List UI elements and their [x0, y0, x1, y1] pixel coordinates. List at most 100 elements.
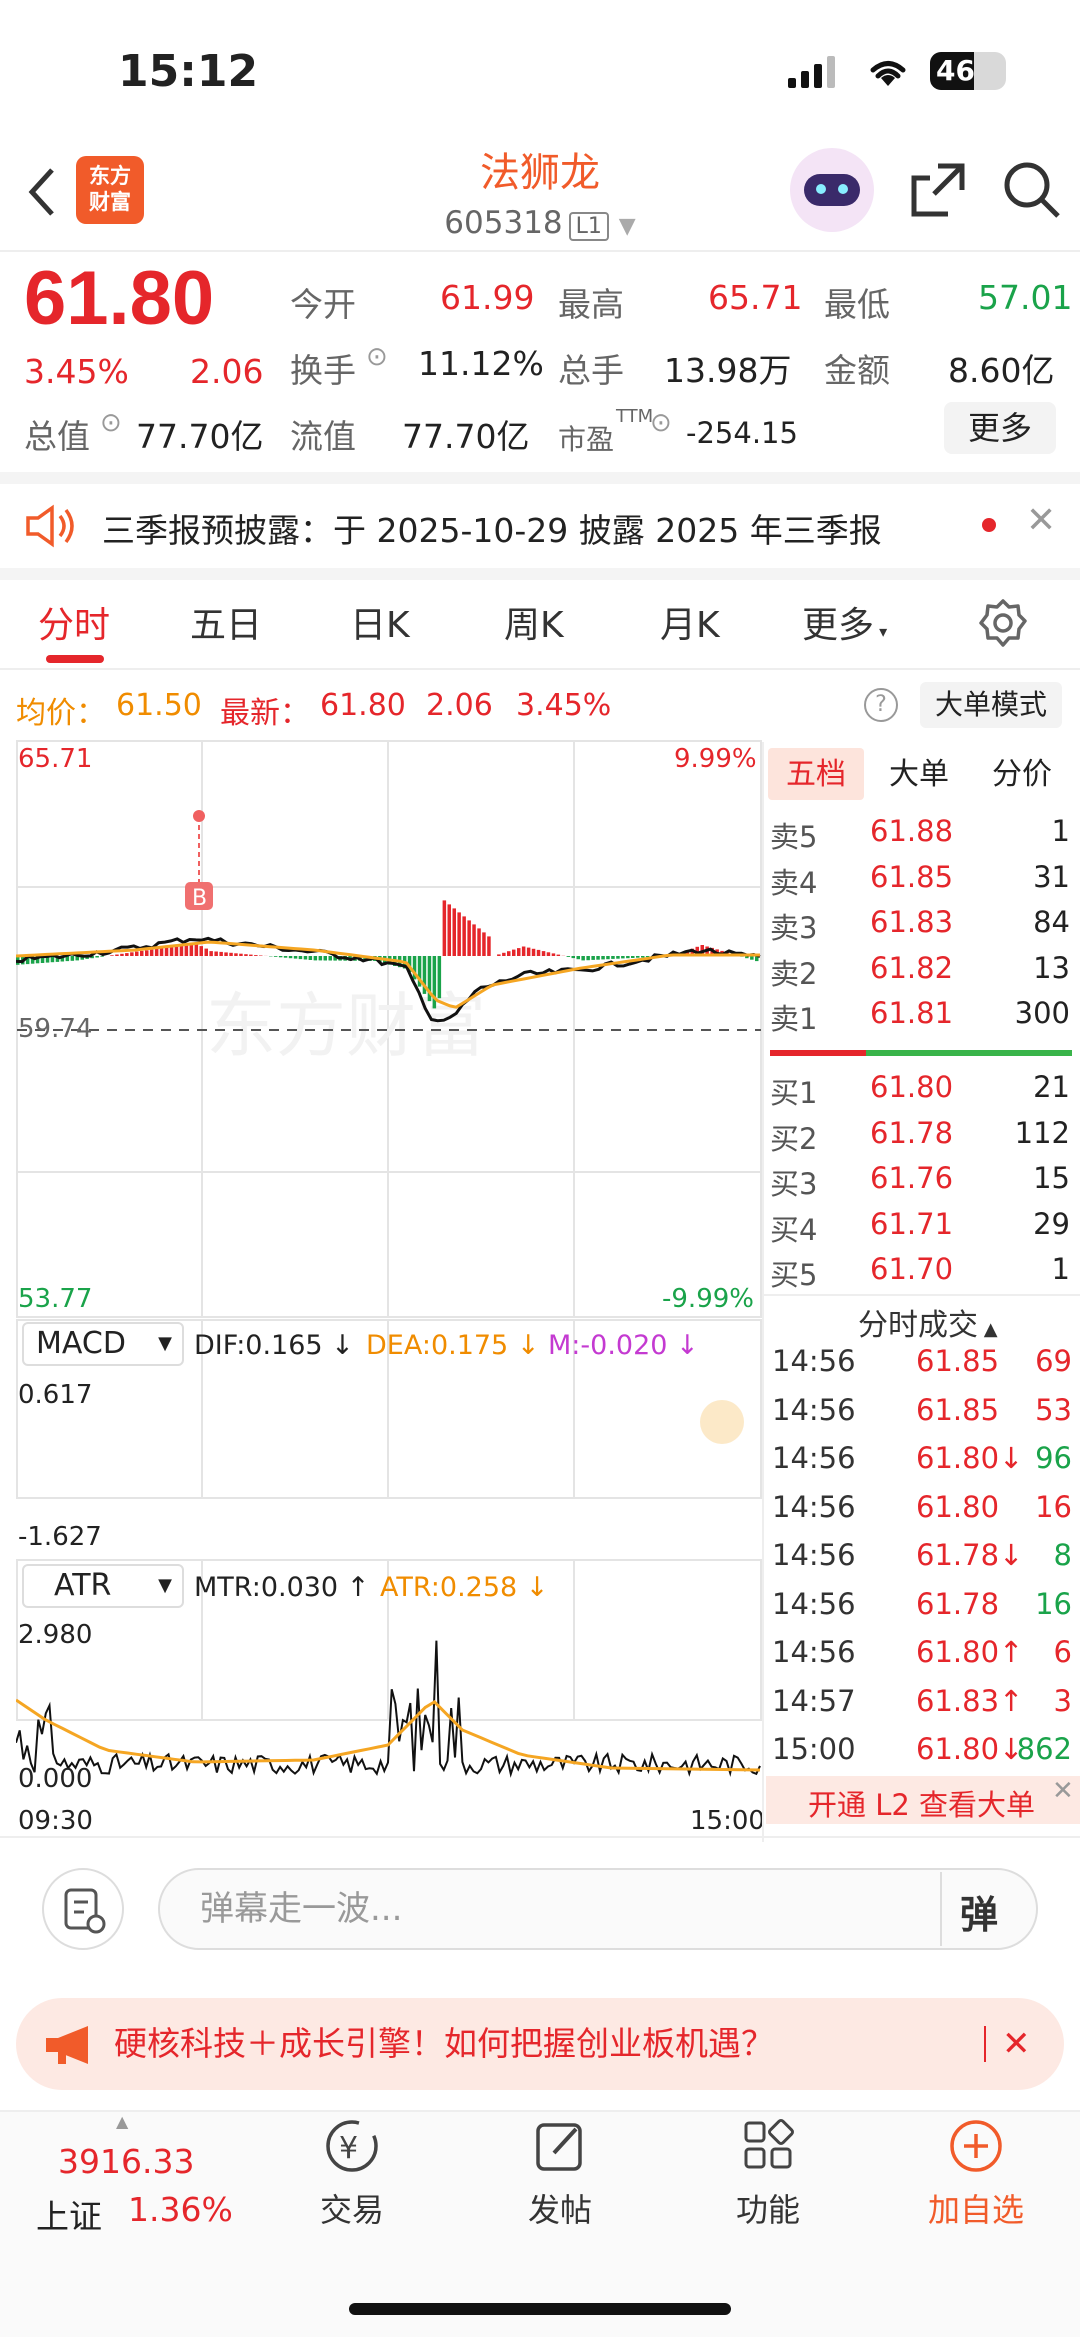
- atr-min: 0.000: [18, 1764, 93, 1794]
- macd-bar: [447, 904, 451, 956]
- ask-row-price: 61.88: [870, 814, 954, 848]
- macd-bar: [174, 946, 179, 956]
- nav-functions[interactable]: 功能: [698, 2115, 838, 2231]
- macd-bar: [536, 949, 541, 956]
- atr-atr: ATR:0.258 ↓: [380, 1572, 549, 1603]
- info-icon[interactable]: ⊙: [100, 408, 122, 438]
- status-time: 15:12: [118, 46, 259, 97]
- macd-bar: [641, 956, 645, 958]
- big-order-mode-button[interactable]: 大单模式: [920, 682, 1062, 728]
- high-label: 最高: [558, 285, 624, 324]
- tab-more[interactable]: 更多 ▾: [802, 596, 887, 648]
- promo-text: 硬核科技＋成长引擎！如何把握创业板机遇？: [114, 2024, 774, 2063]
- change-value: 2.06: [190, 352, 264, 391]
- trade-icon: ¥: [326, 2120, 378, 2172]
- ob-tab-level5[interactable]: 五档: [768, 750, 864, 800]
- l2-banner[interactable]: 开通 L2 查看大单 ✕: [766, 1776, 1080, 1824]
- macd-bar: [154, 949, 159, 956]
- macd-bar: [209, 951, 213, 957]
- assistant-avatar[interactable]: [790, 148, 874, 232]
- macd-bar: [120, 953, 124, 956]
- home-indicator: [349, 2303, 731, 2315]
- bid-row-label: 买4: [770, 1212, 818, 1247]
- macd-dea: DEA:0.175 ↓: [366, 1330, 540, 1361]
- nav-add-watchlist[interactable]: 加自选: [906, 2115, 1046, 2231]
- ob-tab-big-order[interactable]: 大单: [874, 750, 964, 800]
- bid-row: 买1 61.80 21: [770, 1070, 1070, 1114]
- macd-bar: [318, 956, 323, 961]
- index-value[interactable]: 3916.33: [58, 2142, 194, 2181]
- bid-row-label: 买5: [770, 1258, 818, 1292]
- macd-bar: [219, 951, 223, 956]
- l2-close-icon[interactable]: ✕: [1052, 1776, 1074, 1806]
- watermark: 东方财富: [206, 985, 486, 1067]
- macd-dif: DIF:0.165 ↓: [194, 1330, 354, 1361]
- turnover-label: 换手: [290, 351, 356, 390]
- barrage-toggle-icon[interactable]: 弹: [960, 1884, 998, 1939]
- macd-bar: [462, 916, 466, 956]
- expand-arrow-icon[interactable]: ▲: [116, 2112, 128, 2131]
- trade-row-vol: 96: [1035, 1441, 1072, 1475]
- macd-bar: [611, 956, 615, 959]
- macd-bar: [224, 952, 228, 956]
- atr-mtr: MTR:0.030 ↑: [194, 1572, 370, 1603]
- settings-icon[interactable]: [978, 598, 1028, 648]
- atr-selector[interactable]: ATR ▼: [22, 1564, 184, 1608]
- search-icon[interactable]: [1002, 160, 1062, 220]
- axis-mid: 59.74: [18, 1014, 93, 1044]
- promo-banner[interactable]: 硬核科技＋成长引擎！如何把握创业板机遇？ ✕: [16, 1998, 1064, 2090]
- bid-row-vol: 21: [1033, 1070, 1070, 1104]
- macd-bar: [502, 952, 506, 956]
- macd-bar: [303, 956, 308, 960]
- more-button[interactable]: 更多: [944, 402, 1056, 454]
- share-icon[interactable]: [908, 160, 968, 220]
- tab-weekly-k[interactable]: 周K: [504, 596, 564, 648]
- trades-title[interactable]: 分时成交 ▲: [858, 1300, 998, 1344]
- help-icon[interactable]: ?: [864, 688, 898, 722]
- ask-row-vol: 31: [1033, 859, 1070, 894]
- macd-bar: [70, 956, 75, 961]
- macd-bar: [571, 956, 575, 959]
- ask-row-vol: 300: [1014, 996, 1070, 1030]
- tab-five-day[interactable]: 五日: [190, 596, 262, 648]
- info-icon[interactable]: ⊙: [650, 408, 672, 438]
- expand-icon[interactable]: [700, 1400, 744, 1444]
- intraday-chart[interactable]: 东方财富 B: [16, 740, 762, 1830]
- macd-bar: [556, 954, 561, 956]
- tab-daily-k[interactable]: 日K: [350, 596, 410, 648]
- barrage-input[interactable]: 弹幕走一波...: [158, 1868, 1038, 1950]
- macd-bar: [606, 956, 610, 960]
- macd-bar: [531, 948, 536, 956]
- macd-bar: [526, 947, 531, 956]
- macd-bar: [135, 951, 139, 956]
- trade-row-time: 14:56: [772, 1586, 856, 1621]
- low-label: 最低: [824, 285, 890, 324]
- nav-trade[interactable]: ¥ 交易: [282, 2115, 422, 2231]
- trade-row-vol: 69: [1035, 1344, 1072, 1378]
- trade-row-vol: 16: [1035, 1586, 1072, 1621]
- notice-bar[interactable]: 三季报预披露：于 2025-10-29 披露 2025 年三季报 ✕: [0, 484, 1080, 568]
- bid-row-price: 61.78: [870, 1115, 954, 1150]
- signal-icon: [788, 56, 835, 88]
- nav-post[interactable]: 发帖: [490, 2115, 630, 2231]
- info-icon[interactable]: ⊙: [366, 342, 388, 372]
- ob-tab-price-dist[interactable]: 分价: [974, 750, 1070, 800]
- close-icon[interactable]: ✕: [1026, 500, 1056, 541]
- wifi-icon: [870, 61, 906, 86]
- macd-bar: [601, 956, 605, 960]
- macd-bar: [283, 956, 288, 958]
- notice-text: 三季报预披露：于 2025-10-29 披露 2025 年三季报: [102, 511, 882, 550]
- macd-selector[interactable]: MACD ▼: [22, 1322, 184, 1366]
- ask-row-vol: 84: [1033, 905, 1070, 939]
- trade-row: 14:56 61.80 16: [772, 1490, 1072, 1534]
- bid-row-label: 买2: [770, 1121, 818, 1156]
- macd-bar: [293, 956, 298, 959]
- trade-row-price: 61.80↓: [916, 1732, 1024, 1766]
- comment-list-icon[interactable]: [42, 1868, 124, 1950]
- pe-label: 市盈: [558, 423, 615, 456]
- promo-close-icon[interactable]: ✕: [1002, 1998, 1031, 2090]
- tab-timeshare[interactable]: 分时: [38, 596, 110, 648]
- trade-row-time: 14:56: [772, 1635, 856, 1669]
- tab-monthly-k[interactable]: 月K: [660, 596, 720, 648]
- trade-row-time: 14:56: [772, 1392, 856, 1427]
